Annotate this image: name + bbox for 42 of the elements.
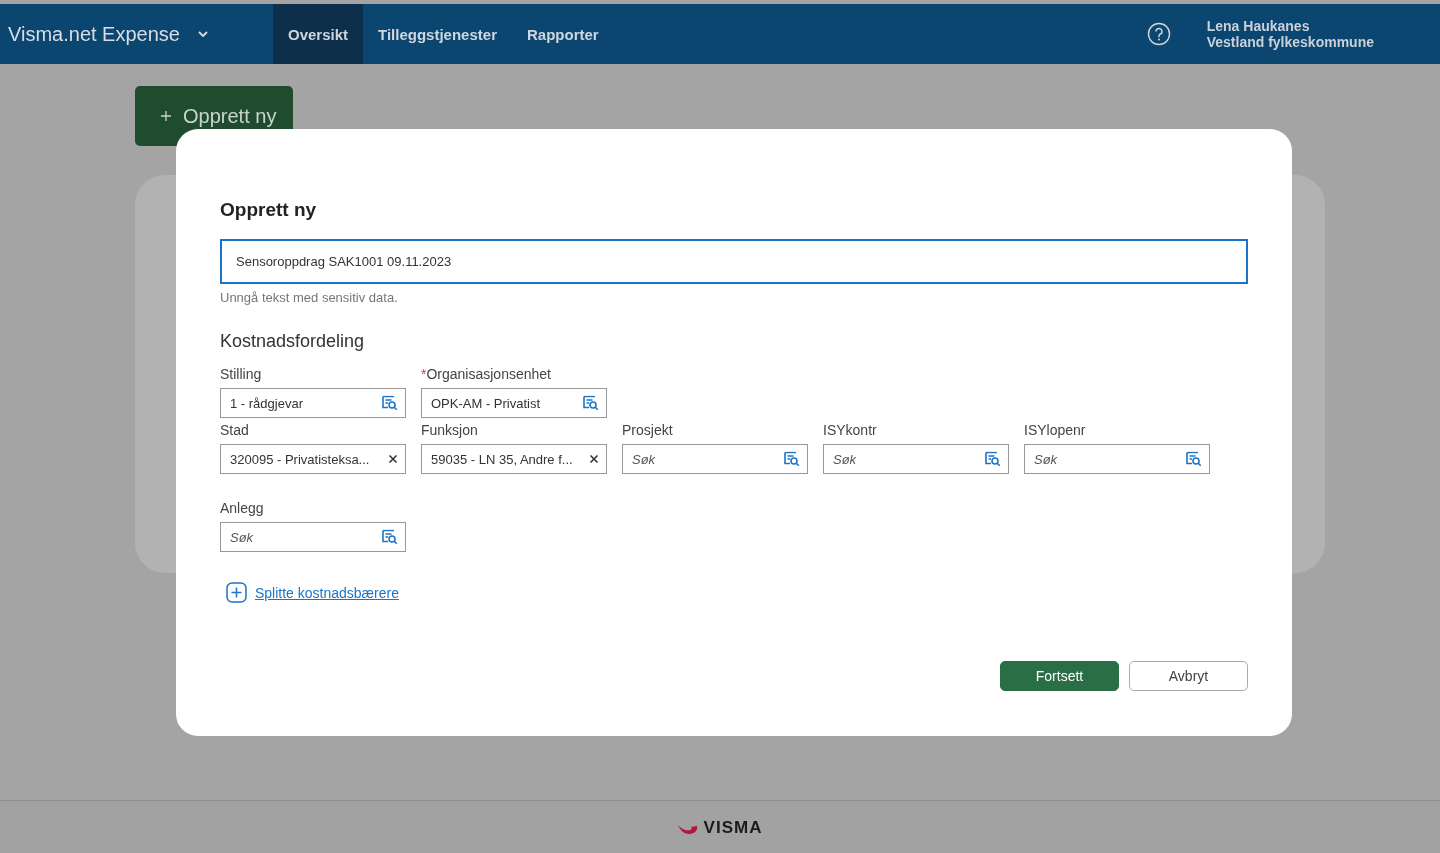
nav-tab[interactable]: Oversikt — [273, 4, 364, 64]
search-list-icon[interactable] — [784, 451, 800, 467]
search-field[interactable]: Søk — [622, 444, 808, 474]
app-title[interactable]: Visma.net Expense — [8, 22, 180, 46]
split-link[interactable]: Splitte kostnadsbærere — [255, 584, 399, 601]
select-field[interactable]: 59035 - LN 35, Andre f... — [421, 444, 607, 474]
field-label: *Organisasjonsenhet — [421, 366, 552, 382]
select-field[interactable]: 320095 - Privatisteksa... — [220, 444, 406, 474]
field-label: Funksjon — [421, 422, 479, 438]
plus-icon — [161, 111, 171, 121]
chevron-down-icon[interactable] — [197, 30, 208, 38]
field-label: ISYkontr — [823, 422, 878, 438]
section-title: Kostnadsfordeling — [220, 331, 366, 352]
field-label: Anlegg — [220, 500, 265, 516]
add-icon[interactable] — [226, 582, 247, 603]
search-list-icon[interactable] — [583, 395, 599, 411]
search-field[interactable]: 1 - rådgjevar — [220, 388, 406, 418]
help-icon[interactable] — [1146, 22, 1171, 46]
field-label: ISYlopenr — [1024, 422, 1087, 438]
continue-button[interactable]: Fortsett — [1000, 661, 1119, 691]
search-field[interactable]: Søk — [1024, 444, 1210, 474]
search-list-icon[interactable] — [985, 451, 1001, 467]
user-name[interactable]: Lena Haukanes — [1206, 18, 1374, 34]
search-list-icon[interactable] — [382, 395, 398, 411]
dialog-title: Opprett ny — [220, 199, 318, 221]
search-field[interactable]: Søk — [220, 522, 406, 552]
organization-name: Vestland fylkeskommune — [1206, 34, 1374, 50]
clear-icon[interactable] — [589, 454, 599, 464]
search-list-icon[interactable] — [382, 529, 398, 545]
field-label: Stilling — [220, 366, 263, 382]
search-list-icon[interactable] — [1186, 451, 1202, 467]
logo-text: VISMA — [703, 817, 763, 838]
nav-tab[interactable]: Tilleggstjenester — [363, 4, 512, 64]
search-field[interactable]: OPK-AM - Privatist — [421, 388, 607, 418]
search-field[interactable]: Søk — [823, 444, 1009, 474]
name-input-field[interactable]: Sensoroppdrag SAK1001 09.11.2023 — [220, 239, 1248, 284]
cancel-button[interactable]: Avbryt — [1129, 661, 1248, 691]
nav-tab[interactable]: Rapporter — [512, 4, 614, 64]
field-label: Prosjekt — [622, 422, 674, 438]
hint-text: Unngå tekst med sensitiv data. — [220, 290, 399, 305]
clear-icon[interactable] — [388, 454, 398, 464]
field-label: Stad — [220, 422, 250, 438]
